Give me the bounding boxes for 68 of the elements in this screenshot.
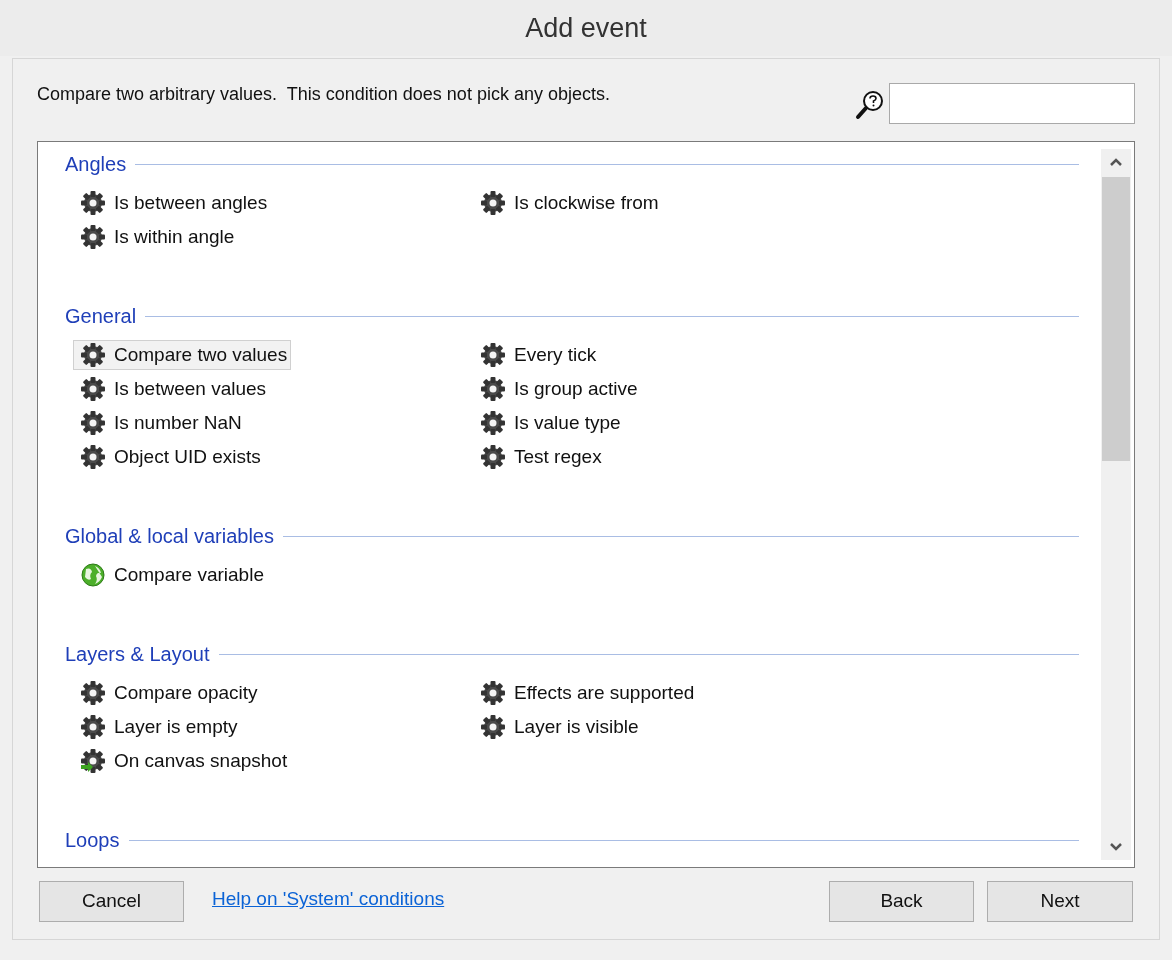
condition-item[interactable]: Object UID exists [73,442,265,472]
condition-item[interactable]: Is group active [473,374,642,404]
scrollbar[interactable] [1101,149,1131,860]
item-label: Is value type [514,410,621,435]
gear-icon [480,444,506,470]
condition-item[interactable]: Is number NaN [73,408,246,438]
gear-icon [480,376,506,402]
condition-item[interactable]: Is within angle [73,222,239,252]
item-label: Compare variable [114,562,264,587]
section-heading: Global & local variables [65,524,274,549]
help-link[interactable]: Help on 'System' conditions [212,885,445,914]
condition-item[interactable]: Is clockwise from [473,188,663,218]
cancel-button[interactable]: Cancel [39,881,184,922]
gear-icon [80,376,106,402]
item-label: Object UID exists [114,444,261,469]
gear-icon [80,342,106,368]
gear-icon [480,680,506,706]
section-heading: Loops [65,828,120,853]
gear-icon [80,190,106,216]
scroll-up-icon[interactable] [1109,157,1123,167]
item-label: Effects are supported [514,680,695,705]
condition-item[interactable]: Is between angles [73,188,272,218]
window-title: Add event [525,11,647,45]
next-button[interactable]: Next [987,881,1133,922]
item-label: Is group active [514,376,638,401]
condition-item[interactable]: On canvas snapshot [73,746,292,776]
gear-icon [80,714,106,740]
scroll-down-icon[interactable] [1109,842,1123,852]
condition-item[interactable]: Is between values [73,374,271,404]
item-label: Is within angle [114,224,235,249]
section-heading: Layers & Layout [65,642,210,667]
item-label: Is clockwise from [514,190,659,215]
item-label: Test regex [514,444,602,469]
gear-icon [480,714,506,740]
item-label: Layer is empty [114,714,238,739]
condition-item[interactable]: Compare opacity [73,678,262,708]
item-label: On canvas snapshot [114,748,288,773]
condition-item[interactable]: Layer is empty [73,712,242,742]
gear-icon [480,342,506,368]
gear-arrow-icon [80,748,106,774]
back-button[interactable]: Back [829,881,974,922]
condition-item[interactable]: Is value type [473,408,625,438]
item-label: Compare two values [114,342,288,367]
description-text: Compare two arbitrary values. This condition does not pick any objects. [37,83,610,106]
item-label: Is number NaN [114,410,242,435]
condition-item[interactable]: Every tick [473,340,601,370]
section-heading: Angles [65,152,127,177]
search-field[interactable] [889,83,1135,124]
search-help-icon [855,89,885,121]
item-label: Every tick [514,342,597,367]
condition-item[interactable]: Compare variable [73,560,268,590]
section-heading: General [65,304,137,329]
item-label: Layer is visible [514,714,639,739]
gear-icon [80,224,106,250]
scroll-thumb[interactable] [1102,177,1130,461]
condition-item[interactable]: Layer is visible [473,712,643,742]
gear-icon [80,410,106,436]
gear-icon [480,410,506,436]
item-label: Compare opacity [114,680,258,705]
condition-item[interactable]: Test regex [473,442,606,472]
gear-icon [80,444,106,470]
condition-item[interactable]: Effects are supported [473,678,699,708]
globe-icon [80,562,106,588]
item-label: Is between values [114,376,267,401]
gear-icon [480,190,506,216]
item-label: Is between angles [114,190,268,215]
gear-icon [80,680,106,706]
condition-item[interactable]: Compare two values [73,340,292,370]
